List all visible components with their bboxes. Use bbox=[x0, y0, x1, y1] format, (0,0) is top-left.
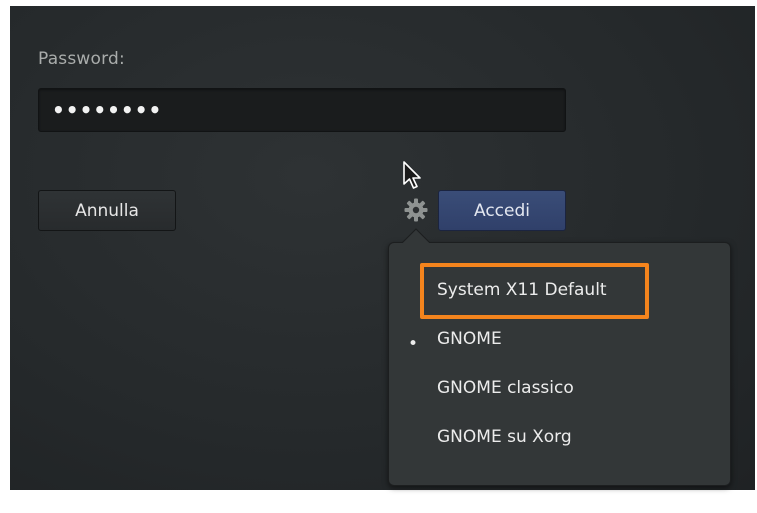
login-button[interactable]: Accedi bbox=[438, 190, 566, 231]
selected-bullet: • bbox=[408, 334, 419, 354]
mouse-cursor-icon bbox=[403, 161, 421, 189]
session-item-gnome-su-xorg[interactable]: GNOME su Xorg bbox=[437, 427, 572, 447]
password-input[interactable]: •••••••• bbox=[38, 88, 566, 132]
gear-icon[interactable] bbox=[402, 196, 430, 224]
popover-arrow bbox=[402, 228, 430, 244]
highlight-box bbox=[420, 263, 649, 319]
password-value: •••••••• bbox=[52, 98, 163, 122]
cancel-button[interactable]: Annulla bbox=[38, 190, 176, 231]
password-label: Password: bbox=[38, 49, 125, 69]
session-item-gnome[interactable]: GNOME bbox=[437, 329, 502, 349]
session-item-gnome-classico[interactable]: GNOME classico bbox=[437, 378, 574, 398]
